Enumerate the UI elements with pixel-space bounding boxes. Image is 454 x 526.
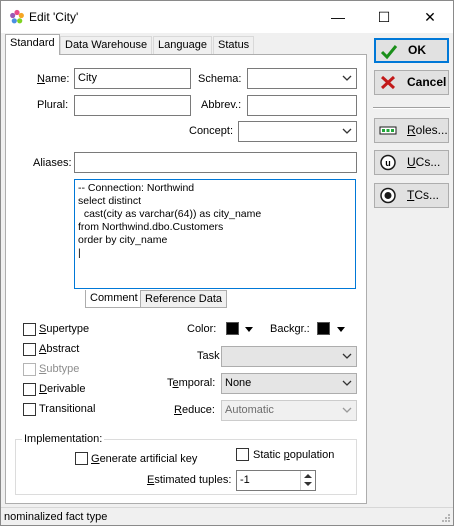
concept-combo[interactable]	[238, 121, 357, 142]
aliases-label: Aliases:	[33, 157, 72, 169]
chevron-down-icon	[342, 407, 352, 413]
abstract-checkbox[interactable]	[23, 343, 36, 356]
subtype-checkbox[interactable]	[23, 363, 36, 376]
tcs-label: TCs...	[407, 188, 440, 202]
backgr-label: Backgr.:	[270, 323, 310, 335]
ucs-label: UCs...	[407, 155, 441, 169]
subtab-comment[interactable]: Comment	[85, 290, 143, 308]
transitional-checkbox[interactable]	[23, 403, 36, 416]
ucs-button[interactable]: u UCs...	[374, 150, 449, 175]
check-icon	[380, 45, 398, 60]
chevron-down-icon	[342, 128, 352, 134]
svg-text:u: u	[385, 158, 391, 168]
status-bar: nominalized fact type	[1, 507, 453, 525]
color-label: Color:	[187, 323, 217, 335]
x-icon	[380, 75, 396, 90]
spin-down-icon[interactable]	[304, 482, 312, 486]
schema-combo[interactable]	[247, 68, 357, 89]
aliases-field[interactable]	[74, 152, 357, 173]
reduce-label: Reduce:	[174, 404, 215, 416]
resize-grip-icon[interactable]	[441, 513, 451, 523]
temporal-combo[interactable]: None	[221, 373, 357, 394]
estimated-tuples-value: -1	[240, 474, 250, 486]
cancel-label: Cancel	[407, 75, 447, 89]
status-text: nominalized fact type	[4, 511, 108, 523]
chevron-down-icon	[342, 75, 352, 81]
backgr-dropdown-icon[interactable]	[337, 327, 345, 332]
derivable-label: Derivable	[39, 383, 86, 395]
task-combo[interactable]	[221, 346, 357, 367]
tab-language[interactable]: Language	[153, 36, 212, 55]
generate-key-label: Generate artificial key	[91, 453, 198, 465]
spinner-buttons[interactable]	[300, 471, 315, 490]
supertype-label: Supertype	[39, 323, 90, 335]
chevron-down-icon	[342, 380, 352, 386]
plural-label: Plural:	[37, 99, 69, 111]
ok-button[interactable]: OK	[374, 38, 449, 63]
generate-key-checkbox[interactable]	[75, 452, 88, 465]
sql-text-area[interactable]: -- Connection: Northwind select distinct…	[74, 179, 356, 289]
minimize-button[interactable]: —	[315, 1, 361, 33]
reduce-value: Automatic	[225, 404, 274, 416]
abstract-label: Abstract	[39, 343, 80, 355]
cancel-button[interactable]: Cancel	[374, 70, 449, 95]
close-button[interactable]: ✕	[407, 1, 453, 33]
roles-label: Roles...	[407, 123, 448, 137]
spin-up-icon[interactable]	[304, 474, 312, 478]
dialog-window: Edit 'City' — ☐ ✕ Standard Data Warehous…	[0, 0, 454, 526]
schema-label: Schema:	[198, 73, 242, 85]
abbrev-field[interactable]	[247, 95, 357, 116]
uniqueness-constraint-icon: u	[380, 154, 396, 171]
temporal-value: None	[225, 377, 252, 389]
temporal-label: Temporal:	[167, 377, 216, 389]
tcs-button[interactable]: TCs...	[374, 183, 449, 208]
implementation-label: Implementation:	[22, 433, 105, 445]
window-title: Edit 'City'	[29, 10, 79, 24]
roles-button[interactable]: Roles...	[374, 118, 449, 143]
estimated-tuples-label: Estimated tuples:	[147, 474, 232, 486]
transitional-label: Transitional	[39, 403, 96, 415]
concept-label: Concept:	[189, 125, 234, 137]
button-separator	[373, 107, 450, 109]
estimated-tuples-spinner[interactable]: -1	[236, 470, 316, 491]
title-bar[interactable]: Edit 'City' — ☐ ✕	[1, 1, 453, 33]
name-field[interactable]: City	[74, 68, 191, 89]
derivable-checkbox[interactable]	[23, 383, 36, 396]
color-swatch[interactable]	[226, 322, 239, 335]
static-population-label: Static population	[253, 449, 335, 461]
backgr-swatch[interactable]	[317, 322, 330, 335]
total-constraint-icon	[380, 187, 396, 204]
plural-field[interactable]	[74, 95, 191, 116]
name-label: Name:	[37, 73, 70, 85]
abbrev-label: Abbrev.:	[201, 99, 242, 111]
chevron-down-icon	[342, 353, 352, 359]
maximize-button[interactable]: ☐	[361, 1, 407, 33]
roles-icon	[379, 126, 397, 135]
static-population-checkbox[interactable]	[236, 448, 249, 461]
color-dropdown-icon[interactable]	[245, 327, 253, 332]
tab-standard[interactable]: Standard	[5, 34, 60, 55]
app-flower-icon	[10, 9, 24, 24]
task-label: Task	[197, 350, 220, 362]
subtab-reference-data[interactable]: Reference Data	[140, 290, 228, 308]
reduce-combo[interactable]: Automatic	[221, 400, 357, 421]
supertype-checkbox[interactable]	[23, 323, 36, 336]
tab-data-warehouse[interactable]: Data Warehouse	[60, 36, 153, 55]
subtype-label: Subtype	[39, 363, 80, 375]
ok-label: OK	[408, 43, 426, 57]
tab-status[interactable]: Status	[213, 36, 255, 55]
